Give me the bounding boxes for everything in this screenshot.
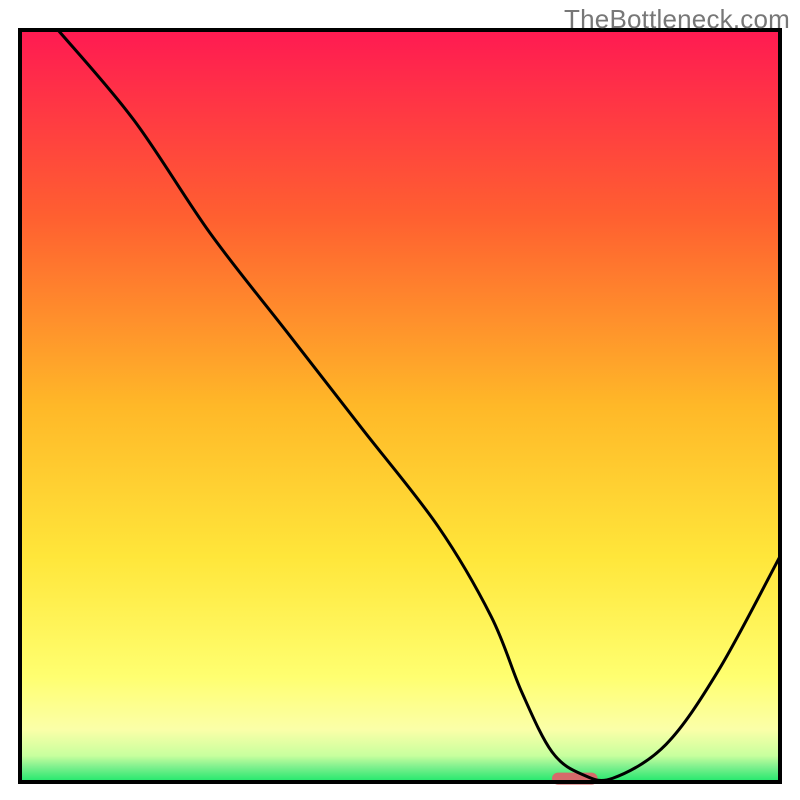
gradient-background: [20, 30, 780, 782]
watermark-label: TheBottleneck.com: [564, 4, 790, 35]
chart-svg: [0, 0, 800, 800]
chart-container: TheBottleneck.com: [0, 0, 800, 800]
plot-area: [20, 30, 780, 785]
